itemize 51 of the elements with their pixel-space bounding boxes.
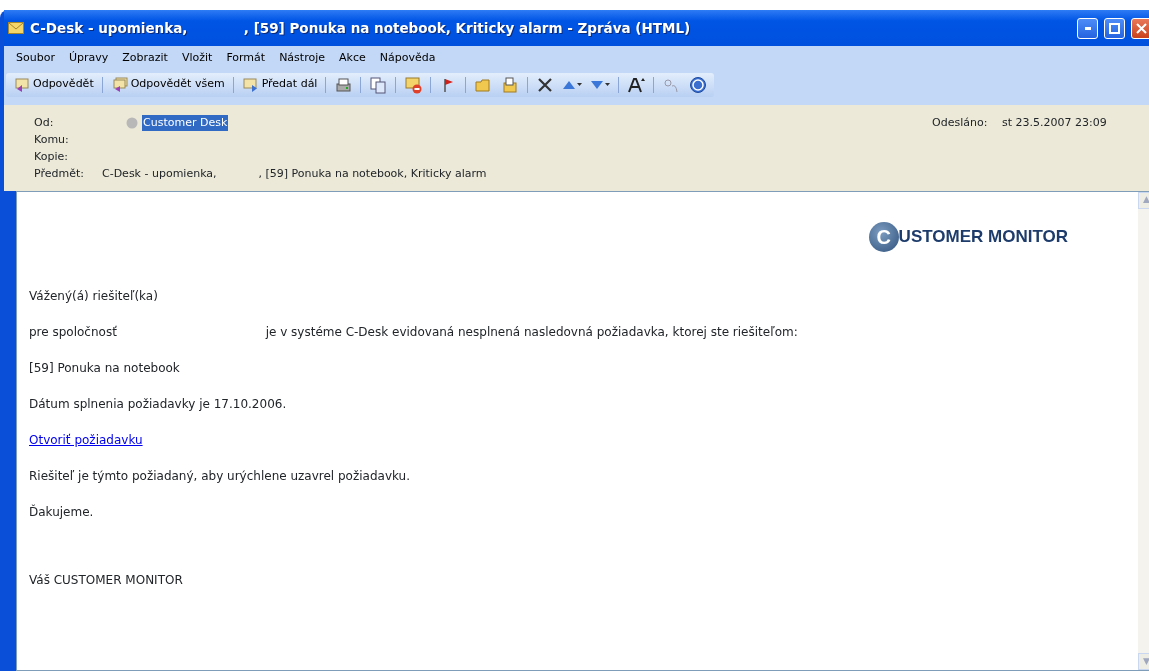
message-paragraph: Vážený(á) riešiteľ(ka): [29, 287, 159, 305]
minimize-icon: [1084, 26, 1091, 30]
menu-item[interactable]: Formát: [220, 49, 272, 68]
minimize-button[interactable]: [1077, 17, 1098, 39]
message-paragraph: pre spoločnosť je v systéme C-Desk evidovaná nesplnená nasledovná požiadavka, ktorej ste riešiteľom:: [29, 323, 799, 341]
menu-item[interactable]: Soubor: [10, 49, 61, 68]
sender-name[interactable]: Customer Desk: [142, 114, 229, 132]
menu-item[interactable]: Akce: [333, 49, 372, 68]
subject-label: Předmět:: [34, 165, 85, 182]
window-title: C-Desk - upomienka, , [59] Ponuka na notebook, Kriticky alarm - Zpráva (HTML): [30, 18, 691, 38]
maximize-button[interactable]: [1104, 17, 1125, 39]
close-button[interactable]: [1131, 17, 1149, 39]
folder-move-icon: [501, 75, 520, 94]
menu-item[interactable]: Úpravy: [62, 49, 115, 68]
menu-item[interactable]: Zobrazit: [116, 49, 174, 68]
toolbar-button[interactable]: Odpovědět všem: [107, 74, 228, 95]
from-label: Od:: [34, 114, 55, 131]
open-request-link[interactable]: Otvoriť požiadavku: [29, 432, 143, 447]
message-paragraph: Riešiteľ je týmto požiadaný, aby urýchlene uzavrel požiadavku.: [29, 467, 411, 485]
maximize-icon: [1109, 22, 1120, 34]
menu-item[interactable]: Vložit: [175, 49, 219, 68]
copy-icon: [369, 75, 388, 94]
message-paragraph: Váš CUSTOMER MONITOR: [29, 571, 184, 589]
down-arrow-icon: [591, 80, 604, 89]
envelope-icon: [8, 22, 24, 34]
subject-text: C-Desk - upomienka, , [59] Ponuka na notebook, Kriticky alarm: [102, 165, 487, 182]
caret-icon: [577, 83, 583, 86]
printer-icon: [334, 75, 353, 94]
sent-date: st 23.5.2007 23:09: [1002, 114, 1108, 131]
menu-item[interactable]: Nápověda: [373, 49, 442, 68]
reply-all-icon: [110, 75, 129, 94]
toolbar-button[interactable]: Předat dál: [238, 74, 321, 95]
contact-status-icon: [126, 117, 138, 129]
envelope-stop-icon: [404, 75, 423, 94]
to-label: Komu:: [34, 131, 70, 148]
caret-icon: [605, 83, 611, 86]
message-paragraph: Dátum splnenia požiadavky je 17.10.2006.: [29, 395, 288, 413]
menu-item[interactable]: Nástroje: [273, 49, 331, 68]
close-icon: [1136, 22, 1147, 34]
delete-icon: [536, 75, 555, 94]
up-arrow-icon: [563, 80, 576, 89]
logo-letter: C: [868, 221, 899, 252]
cc-label: Kopie:: [34, 148, 69, 165]
forward-icon: [241, 75, 260, 94]
sent-label: Odesláno:: [932, 114, 989, 131]
message-paragraph: Ďakujeme.: [29, 503, 95, 521]
toolbar-button[interactable]: Odpovědět: [10, 74, 97, 95]
logo-text: USTOMER MONITOR: [898, 225, 1068, 248]
reply-icon: [13, 75, 31, 94]
font-size-icon: [627, 75, 646, 94]
message-paragraph: [59] Ponuka na notebook: [29, 359, 181, 377]
